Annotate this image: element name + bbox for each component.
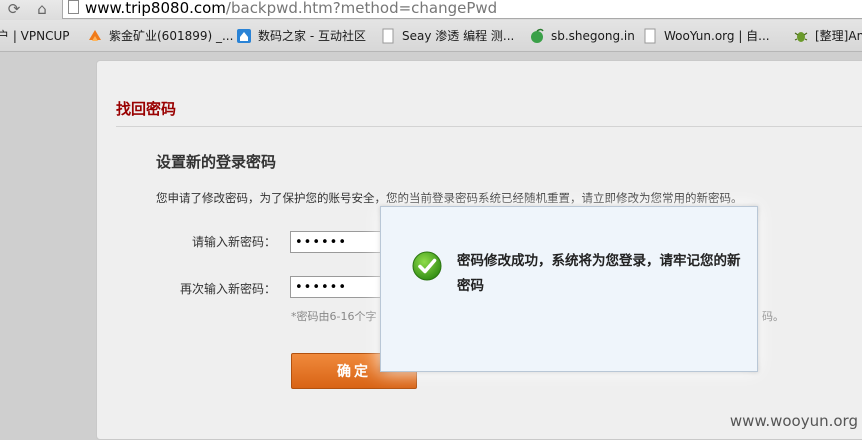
address-bar[interactable]: www.trip8080.com/backpwd.htm?method=chan… <box>62 0 862 19</box>
bookmark-label: WooYun.org | 自... <box>664 29 770 43</box>
bookmark-item[interactable]: 紫金矿业(601899) _... <box>87 20 233 51</box>
home-icon <box>237 28 251 43</box>
bug-icon <box>794 31 808 42</box>
bookmark-item[interactable]: [整理]An <box>793 20 862 51</box>
url-host: www.trip8080.com <box>85 0 226 17</box>
bookmark-label: 紫金矿业(601899) _... <box>109 29 234 43</box>
success-dialog: 密码修改成功，系统将为您登录，请牢记您的新密码 <box>380 206 758 372</box>
bookmark-label: sb.shegong.in <box>551 28 635 43</box>
bookmark-label: 数码之家 - 互动社区 <box>258 29 366 43</box>
bookmark-item[interactable]: 户 | VPNCUP <box>0 20 70 51</box>
leaf-icon <box>531 28 544 43</box>
browser-toolbar: ⟳ ⌂ www.trip8080.com/backpwd.htm?method=… <box>0 0 862 20</box>
watermark: www.wooyun.org <box>729 412 858 430</box>
password-hint: *密码由6-16个字 <box>291 310 377 323</box>
confirm-password-label: 再次输入新密码： <box>179 282 276 296</box>
form-heading: 设置新的登录密码 <box>156 153 277 171</box>
page-icon <box>68 0 79 14</box>
bookmark-item[interactable]: Seay 渗透 编程 测... <box>380 20 514 51</box>
password-hint-tail: 码。 <box>762 310 784 323</box>
bookmark-item[interactable]: 数码之家 - 互动社区 <box>236 20 366 51</box>
bookmark-label: 户 | VPNCUP <box>0 29 70 43</box>
page-icon <box>644 28 656 43</box>
url-path: /backpwd.htm?method=changePwd <box>225 0 498 17</box>
reload-icon[interactable]: ⟳ <box>4 0 24 18</box>
bookmark-label: Seay 渗透 编程 测... <box>402 29 515 43</box>
success-check-icon <box>412 251 442 281</box>
page-icon <box>382 28 394 43</box>
confirm-password-input[interactable] <box>290 276 382 298</box>
dialog-message: 密码修改成功，系统将为您登录，请牢记您的新密码 <box>457 253 741 294</box>
stock-icon <box>89 29 101 41</box>
divider <box>116 126 862 127</box>
section-title: 找回密码 <box>116 100 177 118</box>
bookmark-label: [整理]An <box>815 29 862 43</box>
new-password-label: 请输入新密码： <box>191 235 276 249</box>
bookmarks-bar: 户 | VPNCUP 紫金矿业(601899) _... 数码之家 - 互动社区… <box>0 20 862 52</box>
bookmark-item[interactable]: sb.shegong.in <box>529 20 635 51</box>
reset-notice: 您申请了修改密码，为了保护您的账号安全，您的当前登录密码系统已经随机重置，请立即… <box>156 191 743 205</box>
bookmark-item[interactable]: WooYun.org | 自... <box>642 20 770 51</box>
new-password-input[interactable] <box>290 231 382 253</box>
home-icon[interactable]: ⌂ <box>32 0 52 18</box>
